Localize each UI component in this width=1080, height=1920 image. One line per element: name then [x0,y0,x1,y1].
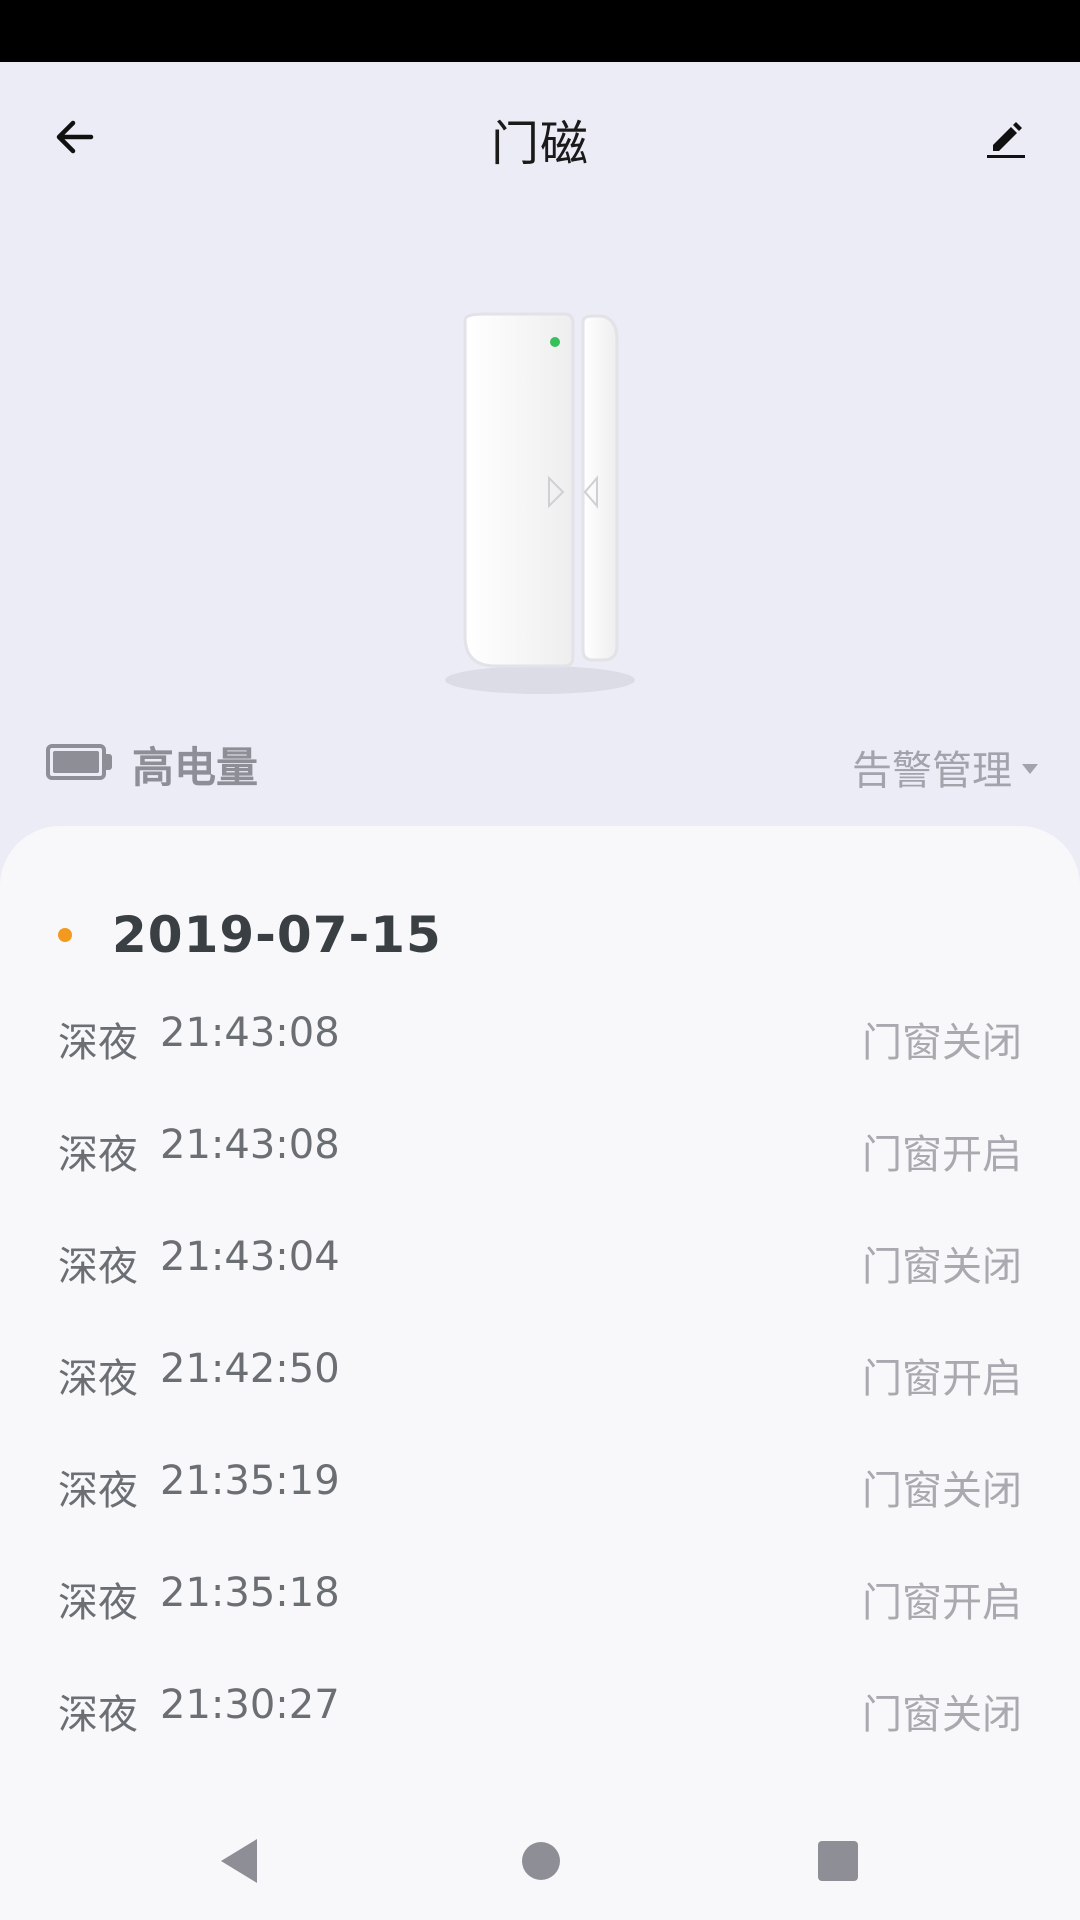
period-label: 深夜 [58,1580,138,1626]
caret-down-icon [1022,764,1038,774]
period-label: 深夜 [58,1468,138,1514]
nav-home-icon [522,1842,560,1880]
alarm-management-dropdown[interactable]: 告警管理 [852,738,1038,796]
date-header: 2019-07-15 [58,900,442,970]
nav-recent-icon [818,1841,858,1881]
period-label: 深夜 [58,1692,138,1738]
time-label: 21:43:08 [160,1122,340,1168]
event-label: 门窗关闭 [862,1468,1022,1514]
alarm-management-label: 告警管理 [852,748,1012,794]
event-label: 门窗关闭 [862,1244,1022,1290]
period-label: 深夜 [58,1020,138,1066]
nav-recent-button[interactable] [803,1826,873,1896]
period-label: 深夜 [58,1244,138,1290]
event-label: 门窗开启 [862,1132,1022,1178]
event-label: 门窗开启 [862,1580,1022,1626]
list-item: 深夜 21:43:08 门窗关闭 [0,986,1080,1098]
event-list[interactable]: 深夜 21:43:08 门窗关闭 深夜 21:43:08 门窗开启 深夜 21:43:… [0,986,1080,1770]
time-label: 21:30:27 [160,1682,340,1728]
date-dot [58,928,72,942]
time-label: 21:43:04 [160,1234,340,1280]
period-label: 深夜 [58,1356,138,1402]
nav-back-icon [221,1839,257,1883]
time-label: 21:43:08 [160,1010,340,1056]
pencil-icon [987,122,1025,158]
battery-label: 高电量 [132,743,259,792]
list-item: 深夜 21:42:50 门窗开启 [0,1322,1080,1434]
event-label: 门窗开启 [862,1356,1022,1402]
list-item: 深夜 21:35:18 门窗开启 [0,1546,1080,1658]
period-label: 深夜 [58,1132,138,1178]
list-item: 深夜 21:43:08 门窗开启 [0,1098,1080,1210]
door-sensor-image [445,312,635,694]
event-log-panel: 2019-07-15 深夜 21:43:08 门窗关闭 深夜 21:43:08 门窗… [0,826,1080,1796]
time-label: 21:35:18 [160,1570,340,1616]
app-bar: 门磁 [0,62,1080,212]
system-nav-bar [0,1796,1080,1920]
status-row: 高电量 告警管理 [0,730,1080,800]
page-title: 门磁 [490,116,589,172]
date-text: 2019-07-15 [112,906,442,964]
time-label: 21:35:19 [160,1458,340,1504]
nav-home-button[interactable] [506,1826,576,1896]
time-label: 21:42:50 [160,1346,340,1392]
list-item: 深夜 21:35:19 门窗关闭 [0,1434,1080,1546]
device-image-area [0,300,1080,700]
nav-back-button[interactable] [204,1826,274,1896]
list-item: 深夜 21:30:27 门窗关闭 [0,1658,1080,1770]
edit-button[interactable] [970,102,1040,172]
event-label: 门窗关闭 [862,1020,1022,1066]
list-item: 深夜 21:43:04 门窗关闭 [0,1210,1080,1322]
battery-icon [46,744,112,780]
status-bar [0,0,1080,62]
event-label: 门窗关闭 [862,1692,1022,1738]
